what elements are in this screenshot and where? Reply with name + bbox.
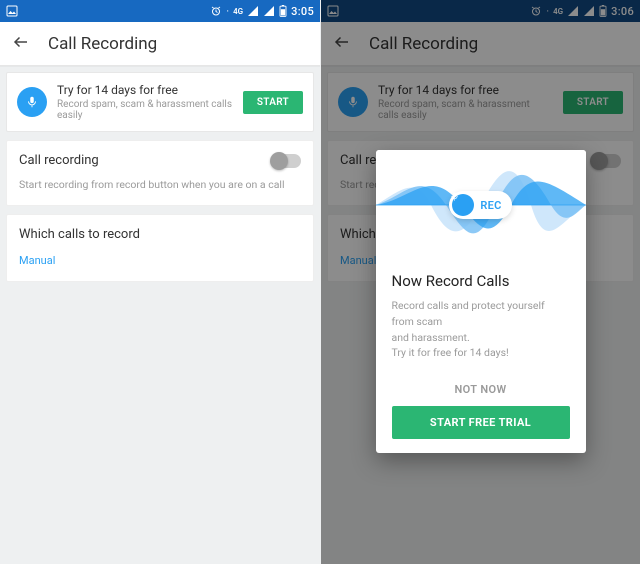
dialog-title: Now Record Calls [392, 272, 570, 290]
call-recording-section: Call recording Start recording from reco… [6, 140, 314, 206]
which-calls-section[interactable]: Which calls to record Manual [6, 214, 314, 282]
battery-icon [279, 5, 287, 17]
call-recording-desc: Start recording from record button when … [19, 178, 301, 191]
promo-title: Try for 14 days for free [57, 83, 233, 97]
signal-icon [247, 5, 259, 17]
promo-card: Try for 14 days for free Record spam, sc… [6, 72, 314, 132]
alarm-icon [210, 5, 222, 17]
not-now-button[interactable]: NOT NOW [392, 373, 570, 406]
back-icon[interactable] [12, 33, 30, 55]
status-bar: · 4G 3:05 [0, 0, 320, 22]
screenshot-right: · 4G 3:06 Call Recording Try for 14 days… [320, 0, 640, 564]
dialog-hero: REC [376, 150, 586, 260]
record-calls-dialog: REC Now Record Calls Record calls and pr… [376, 150, 586, 453]
signal-icon [263, 5, 275, 17]
which-calls-value: Manual [19, 254, 301, 267]
picture-icon [6, 5, 18, 17]
status-clock: 3:05 [291, 5, 314, 18]
which-calls-label: Which calls to record [19, 227, 301, 242]
rec-label: REC [480, 199, 501, 212]
lte-icon: 4G [233, 7, 243, 16]
mic-icon [17, 87, 47, 117]
dialog-desc: Record calls and protect yourself from s… [392, 298, 570, 361]
start-free-trial-button[interactable]: START FREE TRIAL [392, 406, 570, 439]
start-button[interactable]: START [243, 91, 303, 114]
call-recording-label: Call recording [19, 153, 99, 168]
promo-subtitle: Record spam, scam & harassment calls eas… [57, 99, 233, 121]
screenshot-left: · 4G 3:05 Call Recording Try for 14 days… [0, 0, 320, 564]
mic-icon [452, 194, 474, 216]
rec-pill: REC [449, 191, 511, 219]
page-title: Call Recording [48, 34, 157, 54]
app-bar: Call Recording [0, 22, 320, 66]
call-recording-toggle[interactable] [271, 154, 301, 168]
dot-icon: · [226, 5, 229, 18]
